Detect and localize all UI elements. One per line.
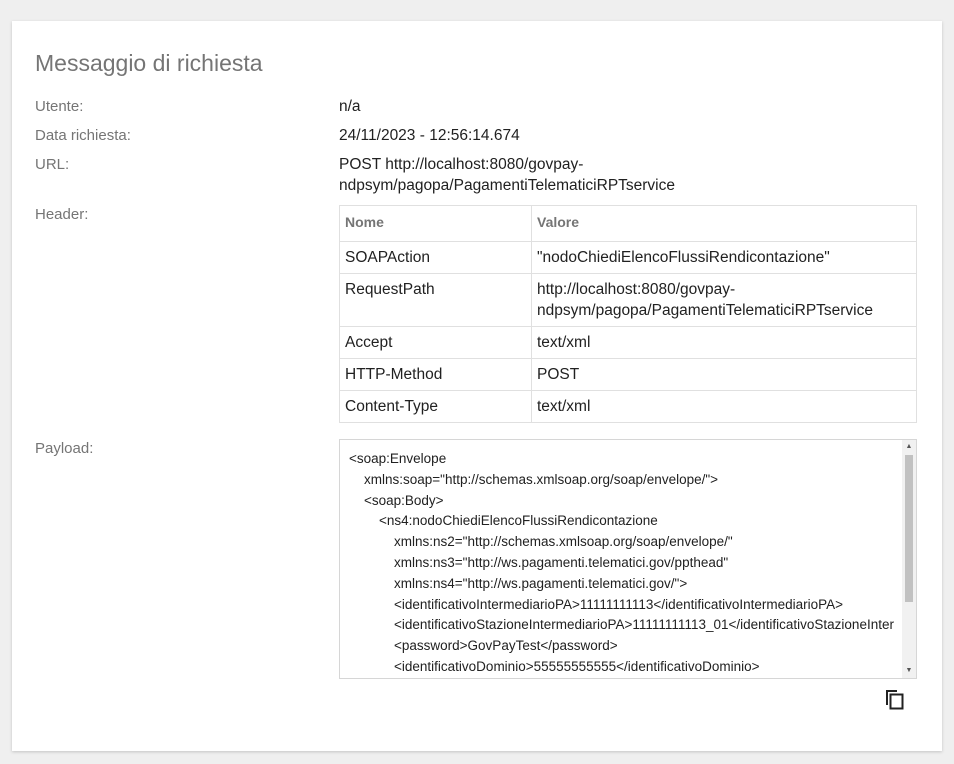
header-name-cell: SOAPAction [339,241,532,274]
header-value-cell: text/xml [531,390,917,423]
column-header-valore: Valore [531,205,917,242]
header-table-head: Nome Valore [339,205,917,242]
table-row: HTTP-Method POST [339,358,917,391]
payload-scrollbar[interactable]: ▲ ▼ [902,440,916,678]
header-name-cell: HTTP-Method [339,358,532,391]
scrollbar-thumb[interactable] [905,455,913,602]
url-label: URL: [35,156,70,173]
request-message-card: Messaggio di richiesta Utente: n/a Data … [12,21,942,751]
header-name-cell: Accept [339,326,532,359]
payload-text[interactable]: <soap:Envelope xmlns:soap="http://schema… [349,449,894,675]
header-label: Header: [35,206,89,223]
arrow-up-icon[interactable]: ▲ [902,440,916,454]
copy-icon [883,686,905,715]
header-table: Nome Valore SOAPAction "nodoChiediElenco… [339,205,917,423]
payload-label: Payload: [35,440,94,457]
copy-button[interactable] [878,684,910,716]
header-name-cell: RequestPath [339,273,532,327]
header-name-cell: Content-Type [339,390,532,423]
table-row: Content-Type text/xml [339,390,917,423]
header-value-cell: POST [531,358,917,391]
table-row: SOAPAction "nodoChiediElencoFlussiRendic… [339,241,917,274]
table-row: Accept text/xml [339,326,917,359]
page-title: Messaggio di richiesta [35,50,263,76]
utente-value: n/a [339,98,361,115]
header-value-cell: http://localhost:8080/govpay-ndpsym/pago… [531,273,917,327]
table-row: RequestPath http://localhost:8080/govpay… [339,273,917,327]
utente-label: Utente: [35,98,84,115]
data-richiesta-label: Data richiesta: [35,127,131,144]
url-value: POST http://localhost:8080/govpay-ndpsym… [339,156,675,194]
data-richiesta-value: 24/11/2023 - 12:56:14.674 [339,127,520,144]
payload-viewer[interactable]: <soap:Envelope xmlns:soap="http://schema… [339,439,917,679]
arrow-down-icon[interactable]: ▼ [902,664,916,678]
header-value-cell: "nodoChiediElencoFlussiRendicontazione" [531,241,917,274]
header-value-cell: text/xml [531,326,917,359]
column-header-nome: Nome [339,205,532,242]
